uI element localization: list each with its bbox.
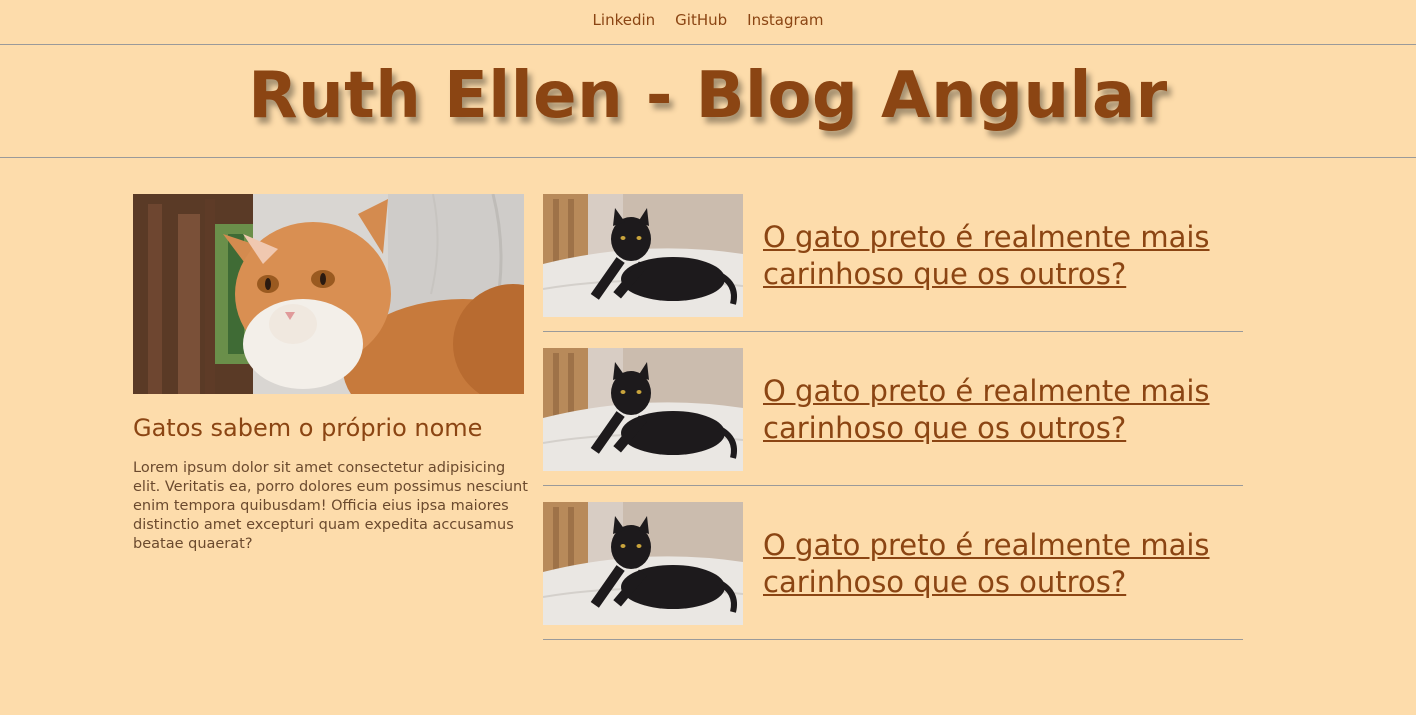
black-cat-photo[interactable] [543,348,743,471]
site-header: Ruth Ellen - Blog Angular [0,45,1416,158]
black-cat-photo[interactable] [543,194,743,317]
post-title-link[interactable]: O gato preto é realmente mais carinhoso … [763,373,1233,447]
site-title: Ruth Ellen - Blog Angular [248,59,1168,133]
divider [543,331,1243,332]
list-item: O gato preto é realmente mais carinhoso … [543,348,1243,502]
featured-post-text: Lorem ipsum dolor sit amet consectetur a… [133,460,528,552]
top-nav: Linkedin GitHub Instagram [0,0,1416,45]
post-title-link[interactable]: O gato preto é realmente mais carinhoso … [763,219,1233,293]
divider [543,639,1243,640]
post-title-link[interactable]: O gato preto é realmente mais carinhoso … [763,527,1233,601]
github-link[interactable]: GitHub [675,11,727,29]
main-content: Gatos sabem o próprio nome Lorem ipsum d… [0,158,1416,714]
list-item: O gato preto é realmente mais carinhoso … [543,502,1243,656]
featured-post: Gatos sabem o próprio nome Lorem ipsum d… [133,194,533,554]
linkedin-link[interactable]: Linkedin [593,11,656,29]
black-cat-photo[interactable] [543,502,743,625]
instagram-link[interactable]: Instagram [747,11,823,29]
list-item: O gato preto é realmente mais carinhoso … [543,194,1243,348]
post-list: O gato preto é realmente mais carinhoso … [543,194,1243,656]
divider [543,485,1243,486]
featured-post-title: Gatos sabem o próprio nome [133,414,483,442]
orange-cat-photo[interactable] [133,194,524,394]
